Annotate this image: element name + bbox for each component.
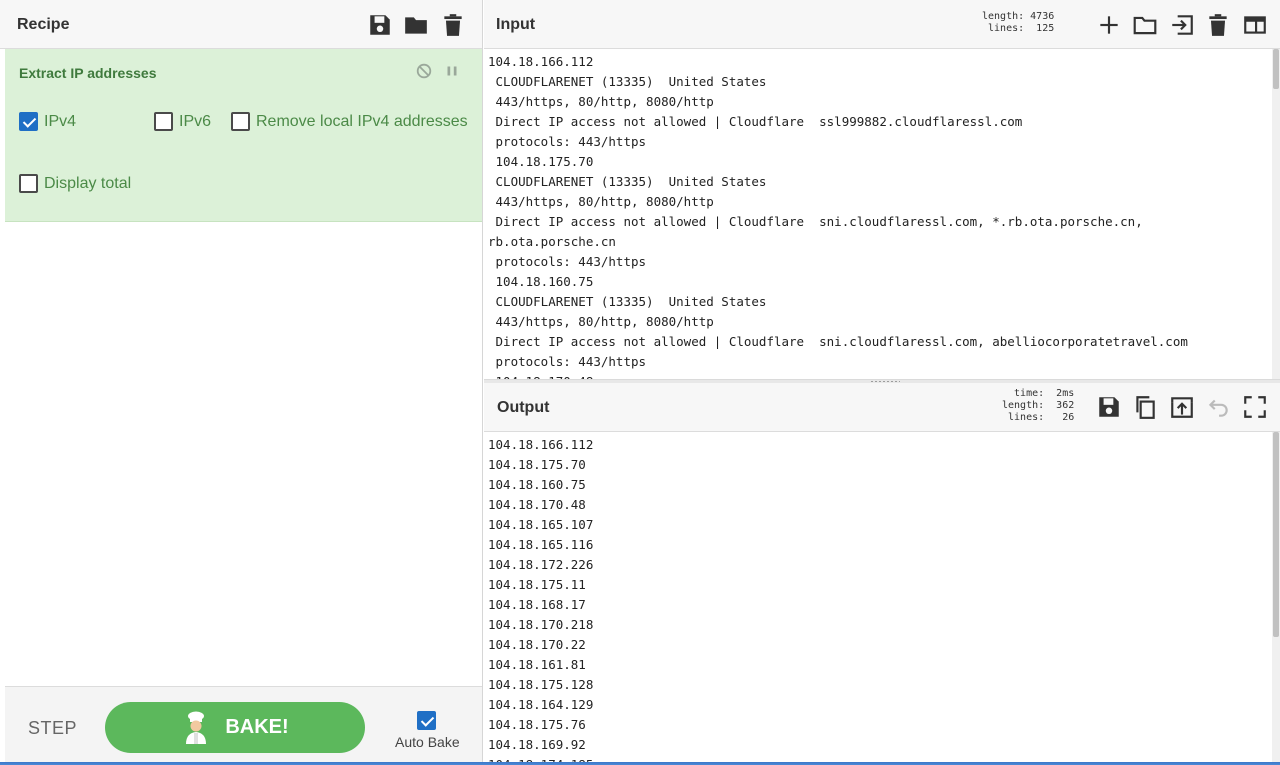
input-line: CLOUDFLARENET (13335) United States [488,174,767,189]
display-total-label: Display total [44,174,132,192]
output-line: 104.18.165.107 [488,517,594,532]
recipe-title: Recipe [17,16,70,33]
output-line: 104.18.175.128 [488,677,594,692]
open-file-input-icon[interactable] [1169,12,1195,38]
ipv6-label: IPv6 [179,112,212,130]
open-folder-icon[interactable] [1132,12,1158,38]
save-output-icon[interactable] [1096,394,1122,420]
input-line: Direct IP access not allowed | Cloudflar… [488,334,1188,349]
output-line: 104.18.170.48 [488,497,586,512]
copy-output-icon[interactable] [1132,394,1158,420]
operation-title: Extract IP addresses [19,65,157,81]
input-pane: Input length: 4736 lines: 125 104.18.166… [484,0,1280,382]
remove-local-label: Remove local IPv4 addresses [256,112,468,130]
replace-input-upload-icon[interactable] [1169,394,1195,420]
input-line: 443/https, 80/http, 8080/http [488,314,714,329]
output-line: 104.18.175.11 [488,577,586,592]
output-line: 104.18.160.75 [488,477,586,492]
breakpoint-pause-icon[interactable] [443,62,461,80]
ipv6-checkbox[interactable] [154,112,173,131]
input-line: 104.18.175.70 [488,154,594,169]
input-line: 104.18.160.75 [488,274,594,289]
load-recipe-folder-icon[interactable] [403,12,429,38]
auto-bake-checkbox[interactable] [417,711,436,730]
step-button[interactable]: STEP [28,718,77,739]
input-title: Input [496,16,536,33]
bake-button[interactable]: BAKE! [105,702,365,753]
option-remove-local-ipv4[interactable]: Remove local IPv4 addresses [231,112,468,131]
clear-input-trash-icon[interactable] [1205,12,1231,38]
output-line: 104.18.165.116 [488,537,594,552]
output-line: 104.18.172.226 [488,557,594,572]
output-line: 104.18.168.17 [488,597,586,612]
input-line: rb.ota.porsche.cn [488,234,616,249]
input-stats: length: 4736 lines: 125 [982,11,1055,34]
auto-bake-label: Auto Bake [395,734,460,750]
input-line: 443/https, 80/http, 8080/http [488,194,714,209]
output-line: 104.18.166.112 [488,437,594,452]
ipv4-label: IPv4 [44,112,77,130]
disable-operation-icon[interactable] [415,62,433,80]
output-line: 104.18.161.81 [488,657,586,672]
output-title: Output [497,399,550,416]
operation-extract-ip[interactable]: Extract IP addresses IPv4 IPv6 Remove lo… [5,49,482,222]
input-line: Direct IP access not allowed | Cloudflar… [488,214,1143,229]
option-ipv6[interactable]: IPv6 [154,112,211,131]
output-scrollbar[interactable] [1272,432,1280,762]
input-line: protocols: 443/https [488,134,647,149]
recipe-pane: Recipe Extract IP addresses IPv4 IPv6 Re… [0,0,483,762]
maximize-output-icon[interactable] [1242,394,1268,420]
output-line: 104.18.169.92 [488,737,586,752]
clear-recipe-trash-icon[interactable] [440,12,466,38]
display-total-checkbox[interactable] [19,174,38,193]
chef-icon [181,711,211,745]
input-line: Direct IP access not allowed | Cloudflar… [488,114,1023,129]
output-line: 104.18.164.129 [488,697,594,712]
output-line: 104.18.170.218 [488,617,594,632]
output-header: Output time: 2ms length: 362 lines: 26 [484,383,1280,432]
option-ipv4[interactable]: IPv4 [19,112,76,131]
add-input-plus-icon[interactable] [1096,12,1122,38]
reset-layout-icon[interactable] [1242,12,1268,38]
output-textarea[interactable]: 104.18.166.112 104.18.175.70 104.18.160.75… [484,432,1280,762]
output-pane: Output time: 2ms length: 362 lines: 26 1… [484,383,1280,762]
input-textarea[interactable]: 104.18.166.112 CLOUDFLARENET (13335) Uni… [484,49,1280,382]
input-scroll-thumb[interactable] [1273,49,1279,89]
input-line: protocols: 443/https [488,354,647,369]
input-scrollbar[interactable] [1272,49,1280,382]
option-display-total[interactable]: Display total [19,174,131,193]
output-line: 104.18.174.185 [488,755,1270,762]
save-recipe-icon[interactable] [367,12,393,38]
undo-icon[interactable] [1205,394,1231,420]
input-line: CLOUDFLARENET (13335) United States [488,294,767,309]
input-header: Input length: 4736 lines: 125 [484,0,1280,49]
output-line: 104.18.170.22 [488,637,586,652]
remove-local-checkbox[interactable] [231,112,250,131]
input-line: protocols: 443/https [488,254,647,269]
input-line: CLOUDFLARENET (13335) United States [488,74,767,89]
output-line: 104.18.175.70 [488,457,586,472]
output-scroll-thumb[interactable] [1273,432,1279,637]
bake-bar: STEP BAKE! Auto Bake [5,686,482,762]
output-stats: time: 2ms length: 362 lines: 26 [1002,388,1075,423]
bake-label: BAKE! [225,716,289,738]
input-line: 104.18.166.112 [488,54,594,69]
input-line: 443/https, 80/http, 8080/http [488,94,714,109]
output-line: 104.18.175.76 [488,717,586,732]
recipe-header: Recipe [0,0,482,49]
ipv4-checkbox[interactable] [19,112,38,131]
